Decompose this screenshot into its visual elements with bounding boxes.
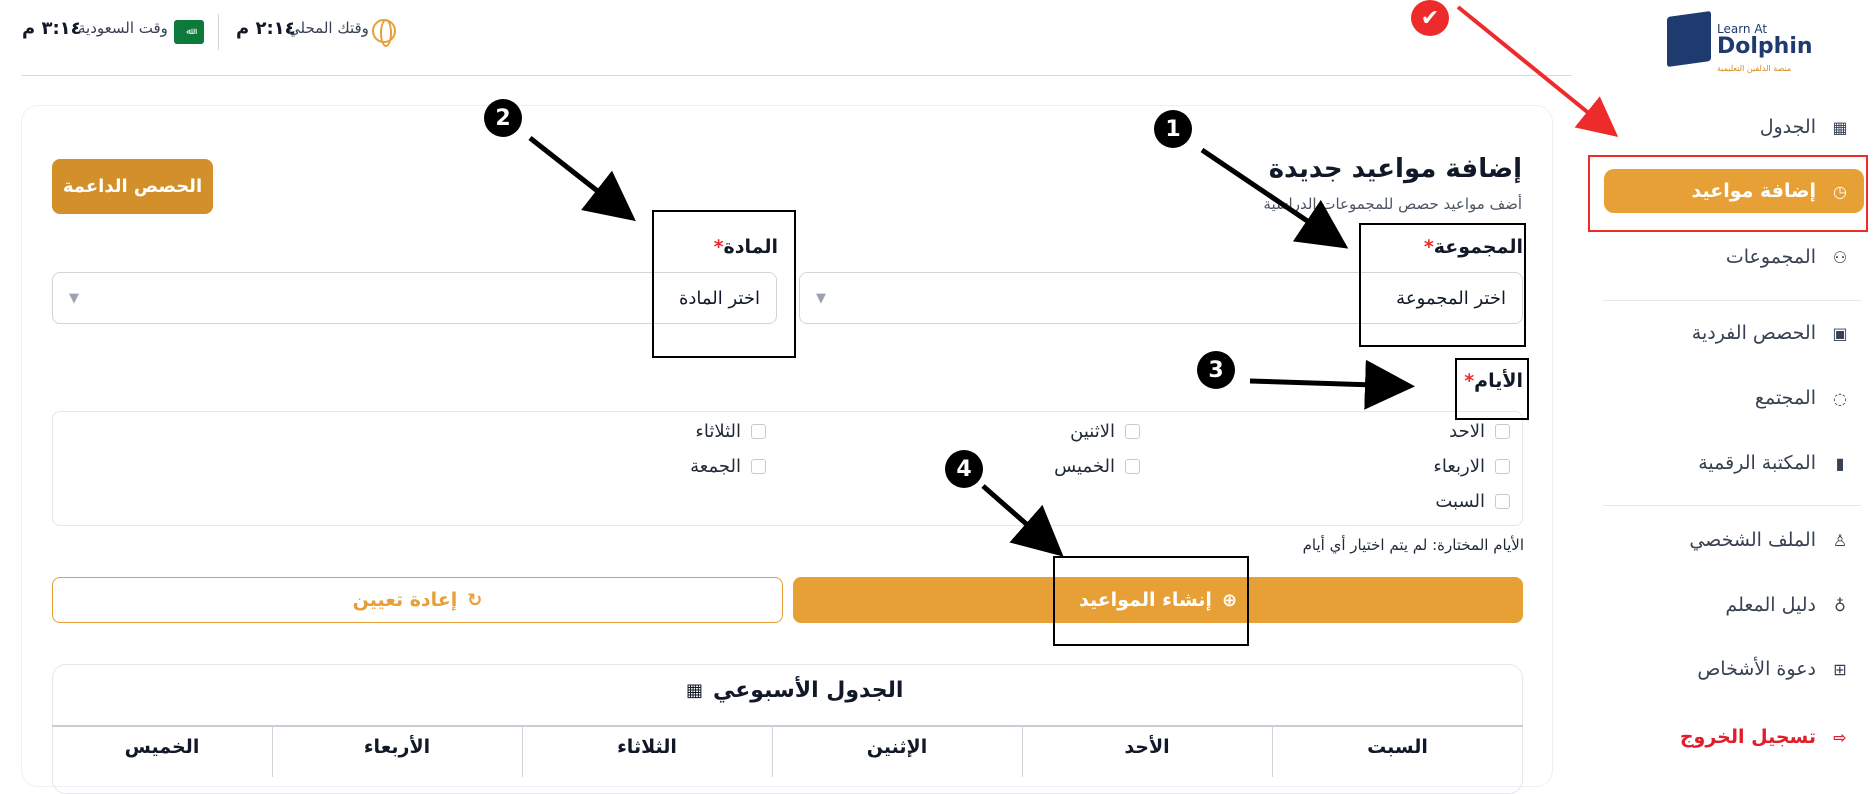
annotation-box-days [1455,358,1529,420]
annotation-box-group [1359,223,1526,347]
arrow-3 [1249,359,1415,410]
annotation-box-create [1053,556,1249,646]
annotation-arrows [528,5,1619,557]
step-badge-4: 4 [945,450,983,488]
step-badge-1: 1 [1154,110,1192,148]
step-badge-2: 2 [484,99,522,137]
annotation-box-subject [652,210,796,358]
arrow-1 [1200,147,1349,249]
step-badge-3: 3 [1197,351,1235,389]
arrow-2 [528,136,636,222]
arrow-red [1456,5,1619,138]
arrow-4 [981,484,1064,557]
